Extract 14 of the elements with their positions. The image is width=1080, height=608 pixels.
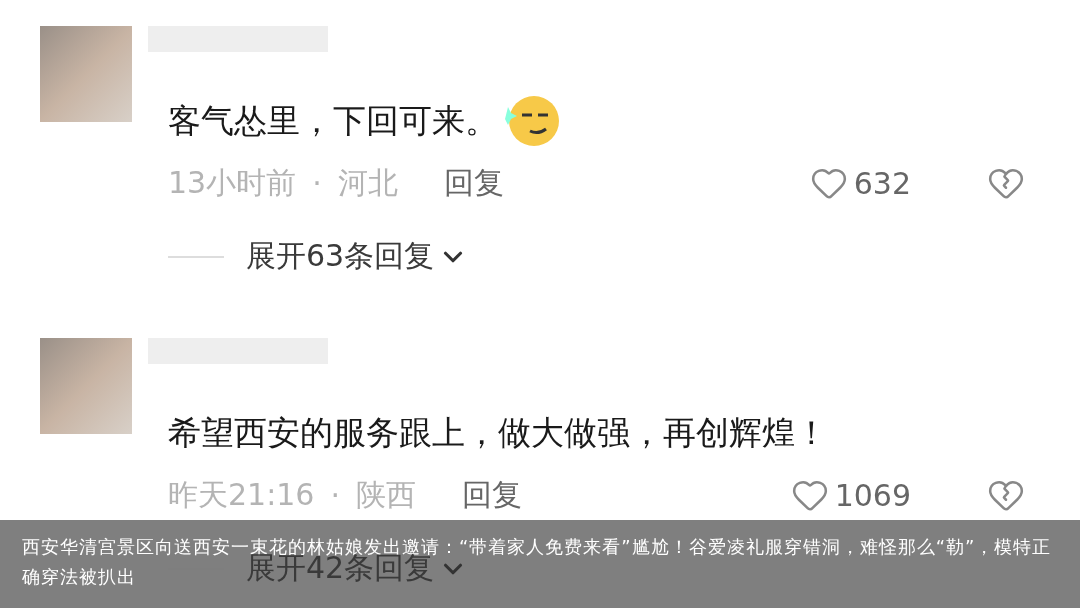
emoji-icon [504,93,560,149]
like-count: 1069 [834,477,911,513]
comment-time: 13小时前 [168,163,297,202]
like-count: 632 [853,165,911,201]
comment-text: 希望西安的服务跟上，做大做强，再创辉煌！ [168,411,828,454]
comment-text: 客气怂里，下回可来。 [168,99,498,142]
comment-time: 昨天21:16 [168,475,315,514]
separator-dot: · [330,477,340,513]
expand-replies-button[interactable]: 展开63条回复 [246,236,469,277]
comment-location: 陕西 [356,475,416,514]
reply-link[interactable]: 回复 [443,162,504,204]
reply-link[interactable]: 回复 [462,474,522,516]
comment-location: 河北 [337,163,398,202]
separator-dot: · [312,165,322,201]
